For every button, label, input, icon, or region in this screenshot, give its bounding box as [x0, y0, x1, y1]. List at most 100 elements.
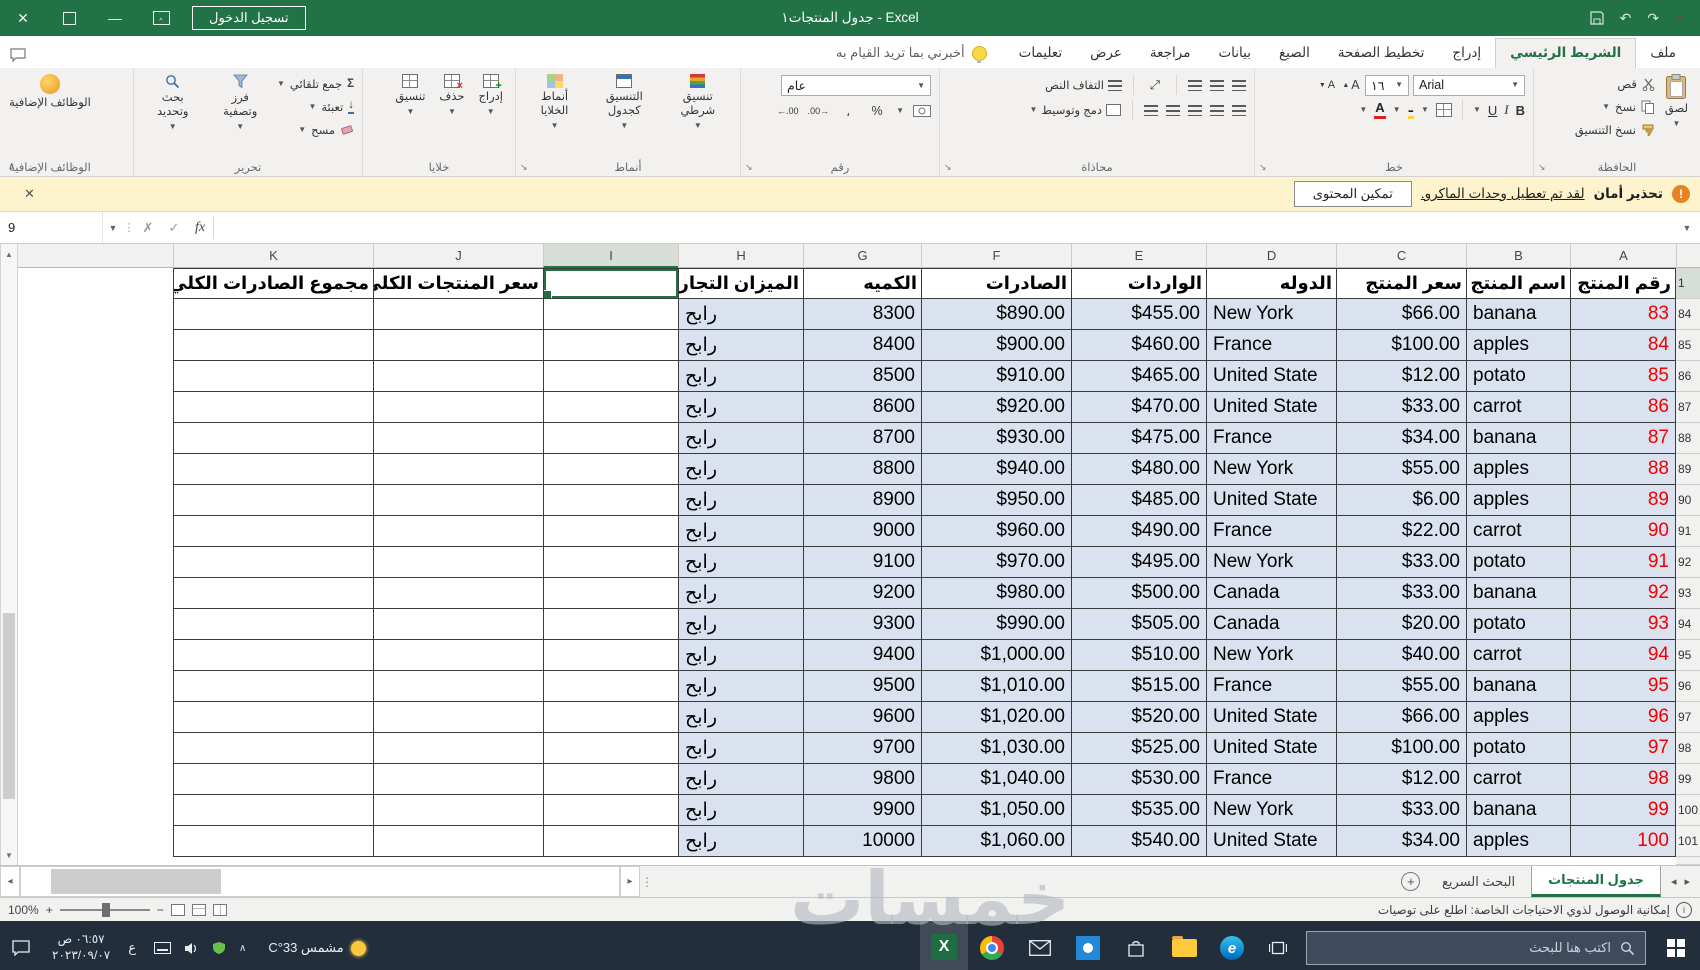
data-cell[interactable]: $1,010.00	[921, 671, 1071, 702]
data-cell[interactable]: apples	[1466, 702, 1570, 733]
borders-icon[interactable]	[1435, 103, 1452, 117]
data-cell[interactable]: رابح	[678, 764, 803, 795]
data-cell[interactable]: New York	[1206, 299, 1336, 330]
taskbar-search-box[interactable]: اكتب هنا للبحث	[1306, 931, 1646, 965]
data-cell[interactable]: $505.00	[1071, 609, 1206, 640]
sort-filter-button[interactable]: فرز وتصفية ▼	[209, 72, 270, 133]
column-header-H[interactable]: H	[678, 244, 803, 268]
taskbar-edge-button[interactable]: e	[1208, 921, 1256, 970]
vertical-scrollbar-thumb[interactable]	[3, 612, 15, 799]
data-cell[interactable]: $1,020.00	[921, 702, 1071, 733]
empty-cell[interactable]	[543, 826, 678, 857]
row-header[interactable]	[1676, 857, 1700, 865]
comments-button[interactable]	[10, 48, 26, 68]
underline-button[interactable]: U	[1488, 103, 1497, 118]
data-cell[interactable]: $940.00	[921, 454, 1071, 485]
empty-cell[interactable]	[373, 733, 543, 764]
format-as-table-button[interactable]: التنسيق كجدول ▼	[591, 72, 658, 132]
data-cell[interactable]: $22.00	[1336, 516, 1466, 547]
tabs-splitter-handle[interactable]: ⋮	[640, 866, 654, 897]
italic-button[interactable]: I	[1504, 102, 1508, 118]
taskbar-explorer-button[interactable]	[1160, 921, 1208, 970]
empty-cell[interactable]	[373, 826, 543, 857]
taskbar-store-button[interactable]	[1112, 921, 1160, 970]
empty-cell[interactable]	[543, 795, 678, 826]
column-header-K[interactable]: K	[173, 244, 373, 268]
ribbon-display-options-button[interactable]: ^	[138, 0, 184, 36]
data-cell[interactable]: $100.00	[1336, 330, 1466, 361]
data-cell[interactable]: 98	[1570, 764, 1676, 795]
data-cell[interactable]: $34.00	[1336, 826, 1466, 857]
empty-cell[interactable]	[173, 640, 373, 671]
empty-cell[interactable]	[543, 671, 678, 702]
zoom-in-icon[interactable]: +	[46, 903, 53, 917]
row-header[interactable]: 90	[1676, 485, 1700, 516]
data-cell[interactable]: 85	[1570, 361, 1676, 392]
number-format-select[interactable]: عام ▼	[781, 75, 931, 96]
increase-font-size-button[interactable]: A ▲	[1341, 75, 1361, 95]
row-header[interactable]: 88	[1676, 423, 1700, 454]
find-select-button[interactable]: بحث وتحديد ▼	[142, 72, 203, 133]
data-cell[interactable]: United State	[1206, 485, 1336, 516]
data-cell[interactable]: $33.00	[1336, 392, 1466, 423]
enable-content-button[interactable]: تمكين المحتوى	[1293, 181, 1412, 207]
name-box-caret-icon[interactable]: ▼	[102, 212, 123, 243]
merge-center-button[interactable]: دمج وتوسيط ▼	[1029, 100, 1121, 120]
empty-cell[interactable]	[173, 330, 373, 361]
data-cell[interactable]: 84	[1570, 330, 1676, 361]
row-header[interactable]: 87	[1676, 392, 1700, 423]
empty-cell[interactable]	[173, 609, 373, 640]
data-cell[interactable]: potato	[1466, 733, 1570, 764]
taskbar-photos-button[interactable]	[1064, 921, 1112, 970]
tab-file[interactable]: ملف	[1636, 39, 1690, 68]
data-cell[interactable]: $55.00	[1336, 454, 1466, 485]
data-cell[interactable]: $930.00	[921, 423, 1071, 454]
hscroll-left-icon[interactable]: ◂	[0, 866, 20, 897]
data-cell[interactable]: United State	[1206, 826, 1336, 857]
row-header[interactable]: 101	[1676, 826, 1700, 857]
insert-function-icon[interactable]: fx	[187, 212, 213, 243]
data-cell[interactable]: carrot	[1466, 392, 1570, 423]
data-cell[interactable]: رابح	[678, 392, 803, 423]
row-header[interactable]: 95	[1676, 640, 1700, 671]
data-cell[interactable]: New York	[1206, 547, 1336, 578]
data-cell[interactable]: 8500	[803, 361, 921, 392]
percent-style-button[interactable]: %	[867, 101, 887, 121]
data-cell[interactable]: potato	[1466, 609, 1570, 640]
data-cell[interactable]: $1,040.00	[921, 764, 1071, 795]
data-cell[interactable]: 9000	[803, 516, 921, 547]
empty-cell[interactable]	[543, 609, 678, 640]
data-cell[interactable]: 9400	[803, 640, 921, 671]
empty-cell[interactable]	[543, 423, 678, 454]
taskbar-excel-button[interactable]: X	[920, 921, 968, 970]
data-cell[interactable]: apples	[1466, 826, 1570, 857]
data-cell[interactable]: $465.00	[1071, 361, 1206, 392]
tab-page-layout[interactable]: تخطيط الصفحة	[1324, 39, 1439, 68]
empty-cell[interactable]	[373, 392, 543, 423]
row-header[interactable]: 98	[1676, 733, 1700, 764]
active-cell[interactable]	[543, 268, 678, 299]
data-cell[interactable]: رابح	[678, 640, 803, 671]
data-cell[interactable]: 8700	[803, 423, 921, 454]
data-cell[interactable]: رابح	[678, 516, 803, 547]
data-cell[interactable]: $100.00	[1336, 733, 1466, 764]
horizontal-scrollbar-thumb[interactable]	[51, 869, 221, 894]
sheet-tab-nav[interactable]: ◂ ▸	[1661, 866, 1700, 897]
data-cell[interactable]: $1,060.00	[921, 826, 1071, 857]
data-cell[interactable]: $510.00	[1071, 640, 1206, 671]
data-cell[interactable]: 89	[1570, 485, 1676, 516]
task-view-button[interactable]	[1256, 921, 1300, 970]
empty-cell[interactable]	[543, 392, 678, 423]
minimize-window-button[interactable]: —	[92, 0, 138, 36]
tab-home[interactable]: الشريط الرئيسي	[1495, 38, 1637, 68]
touch-keyboard-icon[interactable]	[154, 942, 171, 954]
conditional-formatting-button[interactable]: تنسيق شرطي ▼	[664, 72, 732, 132]
empty-cell[interactable]	[173, 485, 373, 516]
tab-review[interactable]: مراجعة	[1136, 39, 1205, 68]
empty-cell[interactable]	[373, 547, 543, 578]
new-sheet-button[interactable]: +	[1396, 866, 1426, 897]
hscroll-right-icon[interactable]: ▸	[620, 866, 640, 897]
empty-cell[interactable]	[173, 733, 373, 764]
zoom-slider-thumb[interactable]	[101, 902, 110, 917]
empty-cell[interactable]	[173, 795, 373, 826]
